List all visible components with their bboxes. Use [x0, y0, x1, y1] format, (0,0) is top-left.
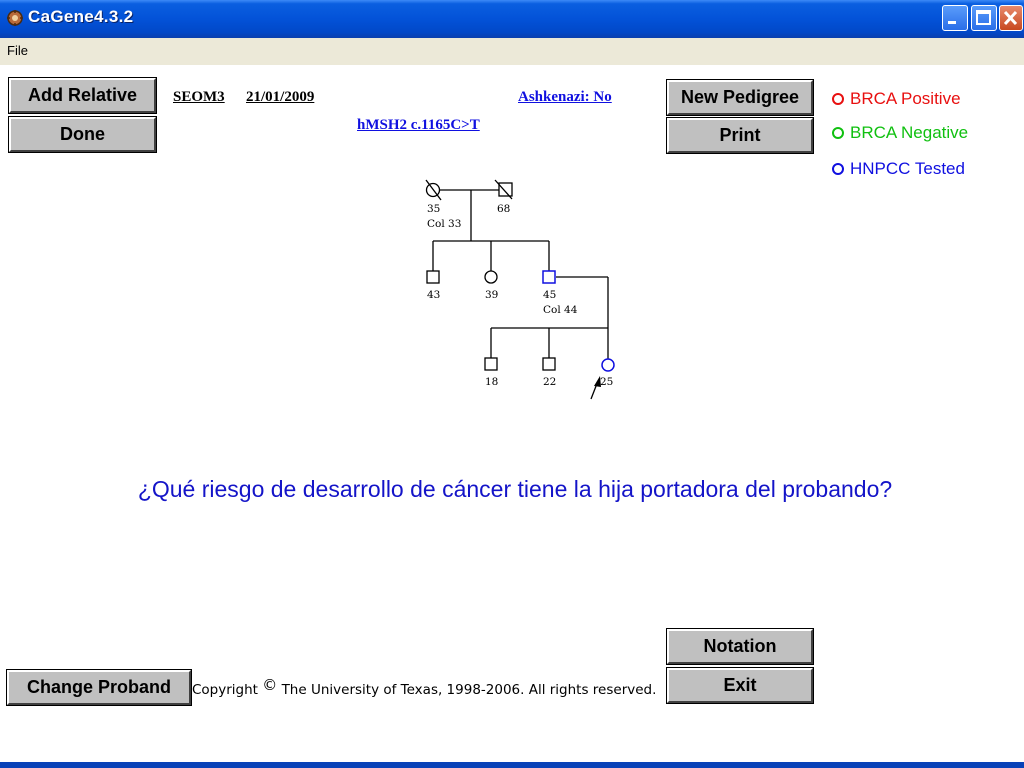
- child3-node[interactable]: [542, 270, 556, 284]
- child2-age: 39: [485, 289, 498, 301]
- grandmother-node[interactable]: [425, 179, 442, 201]
- child3-note: Col 44: [543, 304, 578, 316]
- grandfather-age: 68: [497, 203, 510, 215]
- child3-age: 45: [543, 289, 556, 301]
- grandchild1-node[interactable]: [484, 357, 498, 371]
- copyright-text: The University of Texas, 1998-2006. All …: [281, 682, 657, 698]
- copyright-symbol: ©: [262, 676, 278, 694]
- child2-node[interactable]: [484, 270, 498, 284]
- grandmother-note: Col 33: [427, 218, 461, 230]
- grandmother-age: 35: [427, 203, 440, 215]
- proband-age: 25: [600, 376, 613, 388]
- child1-node[interactable]: [426, 270, 440, 284]
- proband-node[interactable]: [601, 358, 615, 372]
- grandchild2-age: 22: [543, 376, 556, 388]
- child1-age: 43: [427, 289, 440, 301]
- grandchild1-age: 18: [485, 376, 498, 388]
- pedigree-diagram: 35 Col 33 68 43 39 45 Col 44 18 22 25: [425, 179, 615, 400]
- taskbar-edge: [0, 762, 1024, 768]
- copyright-notice: Copyright © The University of Texas, 199…: [192, 676, 657, 698]
- question-text: ¿Qué riesgo de desarrollo de cáncer tien…: [137, 476, 893, 502]
- copyright-prefix: Copyright: [192, 682, 258, 698]
- grandchild2-node[interactable]: [542, 357, 556, 371]
